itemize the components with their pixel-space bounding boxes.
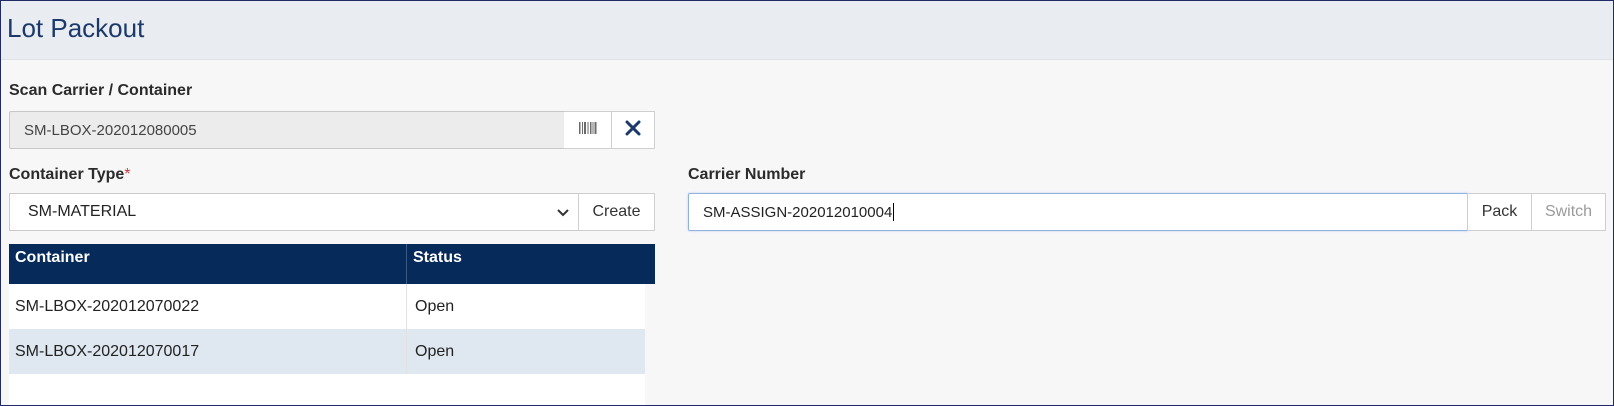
create-button[interactable]: Create xyxy=(578,193,655,231)
container-type-select[interactable]: SM-MATERIAL xyxy=(9,193,579,231)
table-header: Container Status xyxy=(9,244,655,284)
cell-container: SM-LBOX-202012070017 xyxy=(9,329,407,374)
container-type-label: Container Type* xyxy=(9,166,131,184)
carrier-number-input[interactable]: SM-ASSIGN-202012010004 xyxy=(688,193,1468,231)
cell-status: Open xyxy=(415,343,455,360)
switch-button[interactable]: Switch xyxy=(1531,193,1606,231)
close-icon xyxy=(625,120,641,141)
barcode-button[interactable] xyxy=(564,111,613,149)
chevron-down-icon xyxy=(556,203,570,226)
page-header: Lot Packout xyxy=(1,1,1613,60)
required-mark: * xyxy=(124,166,131,183)
scan-label: Scan Carrier / Container xyxy=(9,82,193,99)
container-table: Container Status SM-LBOX-202012070022 Op… xyxy=(9,244,655,405)
table-scrollbar[interactable] xyxy=(645,284,655,405)
cell-container: SM-LBOX-202012070022 xyxy=(9,284,407,329)
barcode-icon xyxy=(579,121,597,139)
text-caret xyxy=(893,203,895,221)
column-header-status[interactable]: Status xyxy=(407,244,655,284)
carrier-number-label: Carrier Number xyxy=(688,166,806,183)
scan-input-value: SM-LBOX-202012080005 xyxy=(24,121,197,139)
page-title: Lot Packout xyxy=(7,13,145,43)
clear-scan-button[interactable] xyxy=(611,111,655,149)
cell-status: Open xyxy=(415,298,455,315)
container-type-selected: SM-MATERIAL xyxy=(28,203,137,220)
table-body: SM-LBOX-202012070022 Open SM-LBOX-202012… xyxy=(9,284,646,405)
container-type-label-text: Container Type xyxy=(9,166,125,183)
app-window: Lot Packout Scan Carrier / Container SM-… xyxy=(0,0,1614,406)
column-header-container[interactable]: Container xyxy=(9,244,407,284)
table-row[interactable]: SM-LBOX-202012070022 Open xyxy=(9,284,645,329)
carrier-number-value: SM-ASSIGN-202012010004 xyxy=(703,203,893,221)
table-row[interactable]: SM-LBOX-202012070017 Open xyxy=(9,329,645,374)
pack-button[interactable]: Pack xyxy=(1467,193,1532,231)
scan-input[interactable]: SM-LBOX-202012080005 xyxy=(9,111,565,149)
